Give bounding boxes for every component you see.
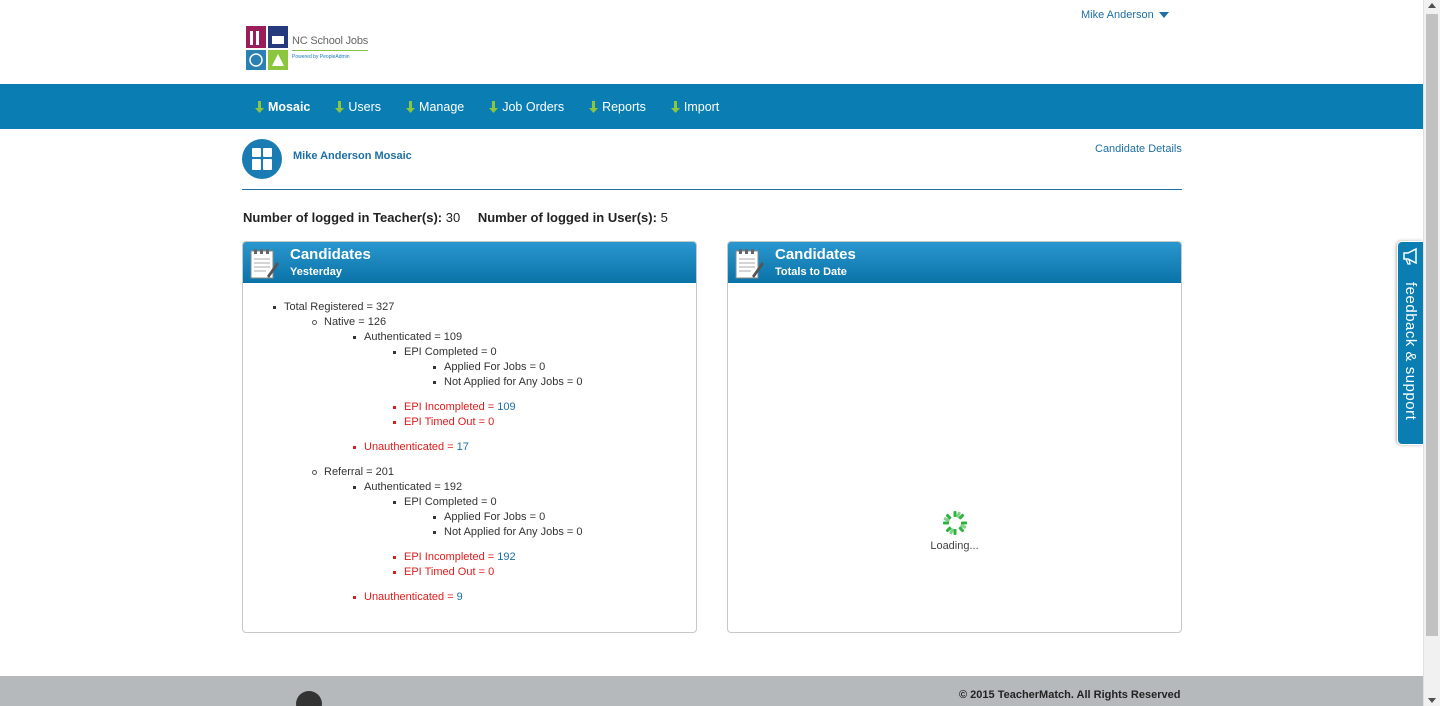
loading-indicator: Loading...	[728, 510, 1181, 552]
arrow-down-icon	[255, 100, 264, 113]
feedback-label: feedback & support	[1402, 282, 1419, 421]
arrow-down-icon	[589, 100, 599, 113]
list-item: Authenticated = 109	[353, 331, 462, 343]
epi-incomplete-link[interactable]: 192	[497, 551, 515, 563]
arrow-down-icon	[489, 100, 499, 113]
teachers-count-label: Number of logged in Teacher(s):	[243, 210, 443, 225]
page-title: Mike Anderson Mosaic	[293, 150, 412, 162]
nav-item-mosaic[interactable]: Mosaic	[254, 100, 310, 114]
nav-item-label: Manage	[419, 99, 465, 114]
list-item: Authenticated = 192	[353, 481, 462, 493]
page-scrollbar[interactable]	[1423, 0, 1440, 706]
logo[interactable]: NC School Jobs Powered by PeopleAdmin	[246, 26, 376, 72]
caret-down-icon	[1158, 12, 1169, 18]
user-name: Mike Anderson	[1081, 9, 1154, 21]
epi-incomplete-link[interactable]: 109	[497, 401, 515, 413]
list-item: EPI Timed Out = 0	[393, 416, 494, 428]
list-item: EPI Incompleted = 192	[393, 551, 516, 563]
list-item: EPI Timed Out = 0	[393, 566, 494, 578]
scrollbar-thumb[interactable]	[1426, 14, 1438, 636]
nav-item-label: Import	[683, 99, 720, 114]
list-item: EPI Incompleted = 109	[393, 401, 516, 413]
nav-item-label: Reports	[602, 99, 646, 114]
list-item: Total Registered = 327	[273, 301, 394, 313]
list-item: Not Applied for Any Jobs = 0	[433, 376, 583, 388]
feedback-support-tab[interactable]: feedback & support	[1397, 241, 1423, 445]
panel-subtitle: Totals to Date	[775, 266, 847, 278]
list-item: EPI Completed = 0	[393, 496, 497, 508]
candidates-yesterday-panel: Candidates Yesterday Total Registered = …	[242, 241, 697, 633]
list-item: Referral = 201	[312, 466, 394, 478]
panel-title: Candidates	[775, 246, 856, 263]
spinner-icon	[942, 511, 967, 535]
list-item: Unauthenticated = 17	[353, 441, 469, 453]
nav-item-label: Mosaic	[268, 99, 311, 114]
user-menu[interactable]: Mike Anderson	[1081, 9, 1169, 21]
header: NC School Jobs Powered by PeopleAdmin Mi…	[0, 0, 1423, 84]
footer-logo-icon	[296, 691, 322, 706]
nav-item-manage[interactable]: Manage	[405, 100, 464, 114]
arrow-down-icon	[406, 100, 416, 113]
candidate-details-link[interactable]: Candidate Details	[1095, 143, 1182, 155]
unauthenticated-link[interactable]: 17	[457, 441, 469, 453]
nav-item-job-orders[interactable]: Job Orders	[488, 100, 564, 114]
users-count-label: Number of logged in User(s):	[477, 210, 657, 225]
panel-subtitle: Yesterday	[290, 266, 342, 278]
nav-item-users[interactable]: Users	[334, 100, 381, 114]
logo-name: NC School Jobs	[292, 35, 369, 47]
divider	[242, 189, 1182, 190]
list-item: Applied For Jobs = 0	[433, 361, 545, 373]
megaphone-icon	[1403, 247, 1417, 265]
arrow-down-icon	[670, 100, 680, 113]
loading-text: Loading...	[930, 540, 979, 552]
list-item: Not Applied for Any Jobs = 0	[433, 526, 583, 538]
candidates-totals-panel: Candidates Totals to Date Loading...	[727, 241, 1182, 633]
teachers-count-value: 30	[445, 210, 461, 225]
document-pencil-icon	[735, 249, 764, 279]
arrow-down-icon	[335, 100, 345, 113]
scroll-down-icon[interactable]	[1428, 698, 1436, 703]
scroll-up-icon[interactable]	[1428, 3, 1436, 8]
unauthenticated-link[interactable]: 9	[457, 591, 463, 603]
logged-in-counts: Number of logged in Teacher(s): 30 Numbe…	[243, 210, 682, 225]
panel-header: Candidates Yesterday	[243, 242, 696, 283]
nav-item-reports[interactable]: Reports	[588, 100, 646, 114]
list-item: Native = 126	[312, 316, 386, 328]
list-item: Applied For Jobs = 0	[433, 511, 545, 523]
nav-item-label: Job Orders	[502, 99, 565, 114]
nav-item-label: Users	[348, 99, 382, 114]
panel-header: Candidates Totals to Date	[728, 242, 1181, 283]
mosaic-grid-icon	[242, 139, 282, 179]
nav-item-import[interactable]: Import	[670, 100, 719, 114]
logo-powered: Powered by PeopleAdmin	[292, 54, 350, 60]
main-navbar: Mosaic Users Manage Job Orders Reports I…	[0, 84, 1423, 129]
users-count-value: 5	[660, 210, 668, 225]
list-item: Unauthenticated = 9	[353, 591, 463, 603]
footer: © 2015 TeacherMatch. All Rights Reserved	[0, 676, 1423, 706]
logo-mark-icon	[246, 26, 288, 70]
logo-divider	[292, 50, 368, 51]
document-pencil-icon	[250, 249, 279, 279]
copyright: © 2015 TeacherMatch. All Rights Reserved	[959, 689, 1181, 701]
panel-title: Candidates	[290, 246, 371, 263]
list-item: EPI Completed = 0	[393, 346, 497, 358]
